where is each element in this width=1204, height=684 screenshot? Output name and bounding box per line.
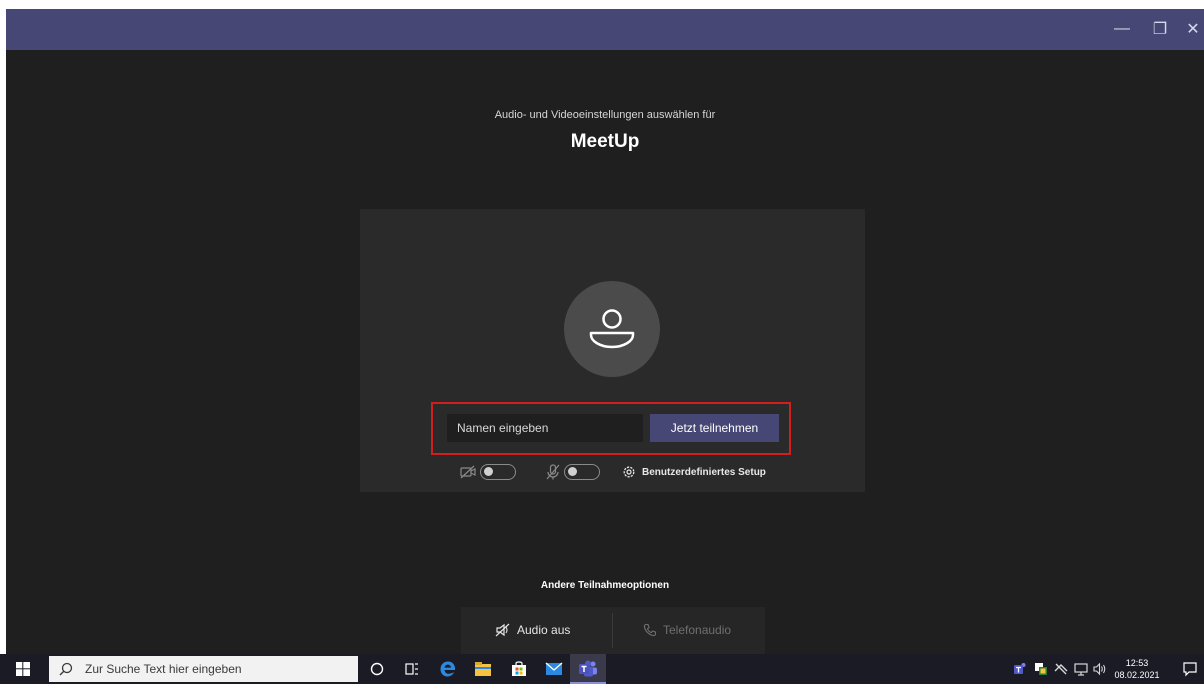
teams-tray-button[interactable] — [1013, 662, 1027, 676]
volume-tray-button[interactable] — [1093, 662, 1107, 676]
camera-toggle-knob — [484, 467, 493, 476]
maximize-icon: ❐ — [1152, 21, 1168, 38]
join-now-button[interactable]: Jetzt teilnehmen — [650, 414, 779, 442]
store-icon — [512, 661, 526, 676]
meeting-title: MeetUp — [570, 131, 640, 152]
title-bar: — ❐ ✕ — [6, 9, 1204, 50]
minimize-button[interactable]: — — [1108, 17, 1136, 41]
network-icon — [1074, 663, 1088, 676]
edge-button[interactable] — [437, 658, 459, 680]
cortana-icon — [370, 662, 384, 676]
phone-audio-option[interactable]: Telefonaudio — [643, 623, 731, 637]
task-view-icon — [405, 663, 418, 675]
gear-icon — [623, 466, 635, 478]
security-icon — [1035, 663, 1047, 675]
speaker-off-icon — [495, 623, 510, 637]
taskbar-search[interactable]: Zur Suche Text hier eingeben — [49, 656, 358, 682]
search-icon — [59, 662, 73, 676]
taskbar: Zur Suche Text hier eingeben 12:53 08.02… — [0, 654, 1204, 684]
audio-off-option[interactable]: Audio aus — [495, 623, 570, 637]
audio-off-label: Audio aus — [517, 623, 571, 637]
other-options-title: Andere Teilnahmeoptionen — [540, 580, 670, 591]
volume-icon — [1093, 662, 1106, 676]
phone-icon — [643, 623, 657, 637]
teams-tray-icon — [1014, 663, 1026, 674]
custom-setup-button[interactable]: Benutzerdefiniertes Setup — [622, 465, 766, 479]
network-muted-tray-button[interactable] — [1054, 662, 1068, 676]
clock-date: 08.02.2021 — [1114, 670, 1160, 680]
start-button[interactable] — [12, 658, 34, 680]
other-options-panel: Audio aus Telefonaudio — [461, 607, 765, 654]
mic-toggle-knob — [568, 467, 577, 476]
task-view-button[interactable] — [401, 658, 423, 680]
custom-setup-label: Benutzerdefiniertes Setup — [642, 466, 766, 478]
file-explorer-button[interactable] — [472, 658, 494, 680]
options-divider — [612, 613, 613, 648]
mic-toggle[interactable] — [564, 464, 600, 480]
mic-off-icon — [546, 464, 560, 480]
device-controls: Benutzerdefiniertes Setup — [460, 462, 766, 482]
camera-off-icon — [460, 465, 476, 479]
taskbar-search-placeholder: Zur Suche Text hier eingeben — [85, 662, 242, 676]
cortana-button[interactable] — [366, 658, 388, 680]
security-tray-button[interactable] — [1034, 662, 1048, 676]
maximize-button[interactable]: ❐ — [1146, 17, 1174, 41]
edge-icon — [440, 661, 455, 677]
teams-taskbar-button[interactable] — [570, 654, 606, 684]
file-explorer-icon — [475, 662, 491, 676]
mail-button[interactable] — [543, 658, 565, 680]
person-icon — [589, 309, 635, 349]
minimize-icon: — — [1114, 20, 1130, 37]
close-icon: ✕ — [1186, 21, 1200, 38]
name-input[interactable] — [447, 414, 643, 442]
camera-toggle[interactable] — [480, 464, 516, 480]
prejoin-subtitle: Audio- und Videoeinstellungen auswählen … — [494, 109, 716, 121]
network-tray-button[interactable] — [1074, 662, 1088, 676]
clock-time: 12:53 — [1125, 658, 1149, 668]
prejoin-card: Jetzt teilnehmen Benutzerde — [360, 209, 865, 492]
mail-icon — [545, 662, 563, 675]
taskbar-clock[interactable]: 12:53 08.02.2021 — [1113, 657, 1161, 681]
close-button[interactable]: ✕ — [1182, 17, 1204, 41]
teams-window: — ❐ ✕ Audio- und Videoeinstellungen ausw… — [6, 9, 1204, 654]
network-muted-icon — [1054, 663, 1068, 675]
windows-icon — [16, 662, 30, 676]
notifications-button[interactable] — [1182, 661, 1198, 677]
phone-audio-label: Telefonaudio — [663, 623, 732, 637]
avatar — [564, 281, 660, 377]
notification-icon — [1183, 662, 1197, 677]
teams-icon — [579, 660, 597, 677]
store-button[interactable] — [508, 658, 530, 680]
join-highlight-box: Jetzt teilnehmen — [431, 402, 791, 455]
